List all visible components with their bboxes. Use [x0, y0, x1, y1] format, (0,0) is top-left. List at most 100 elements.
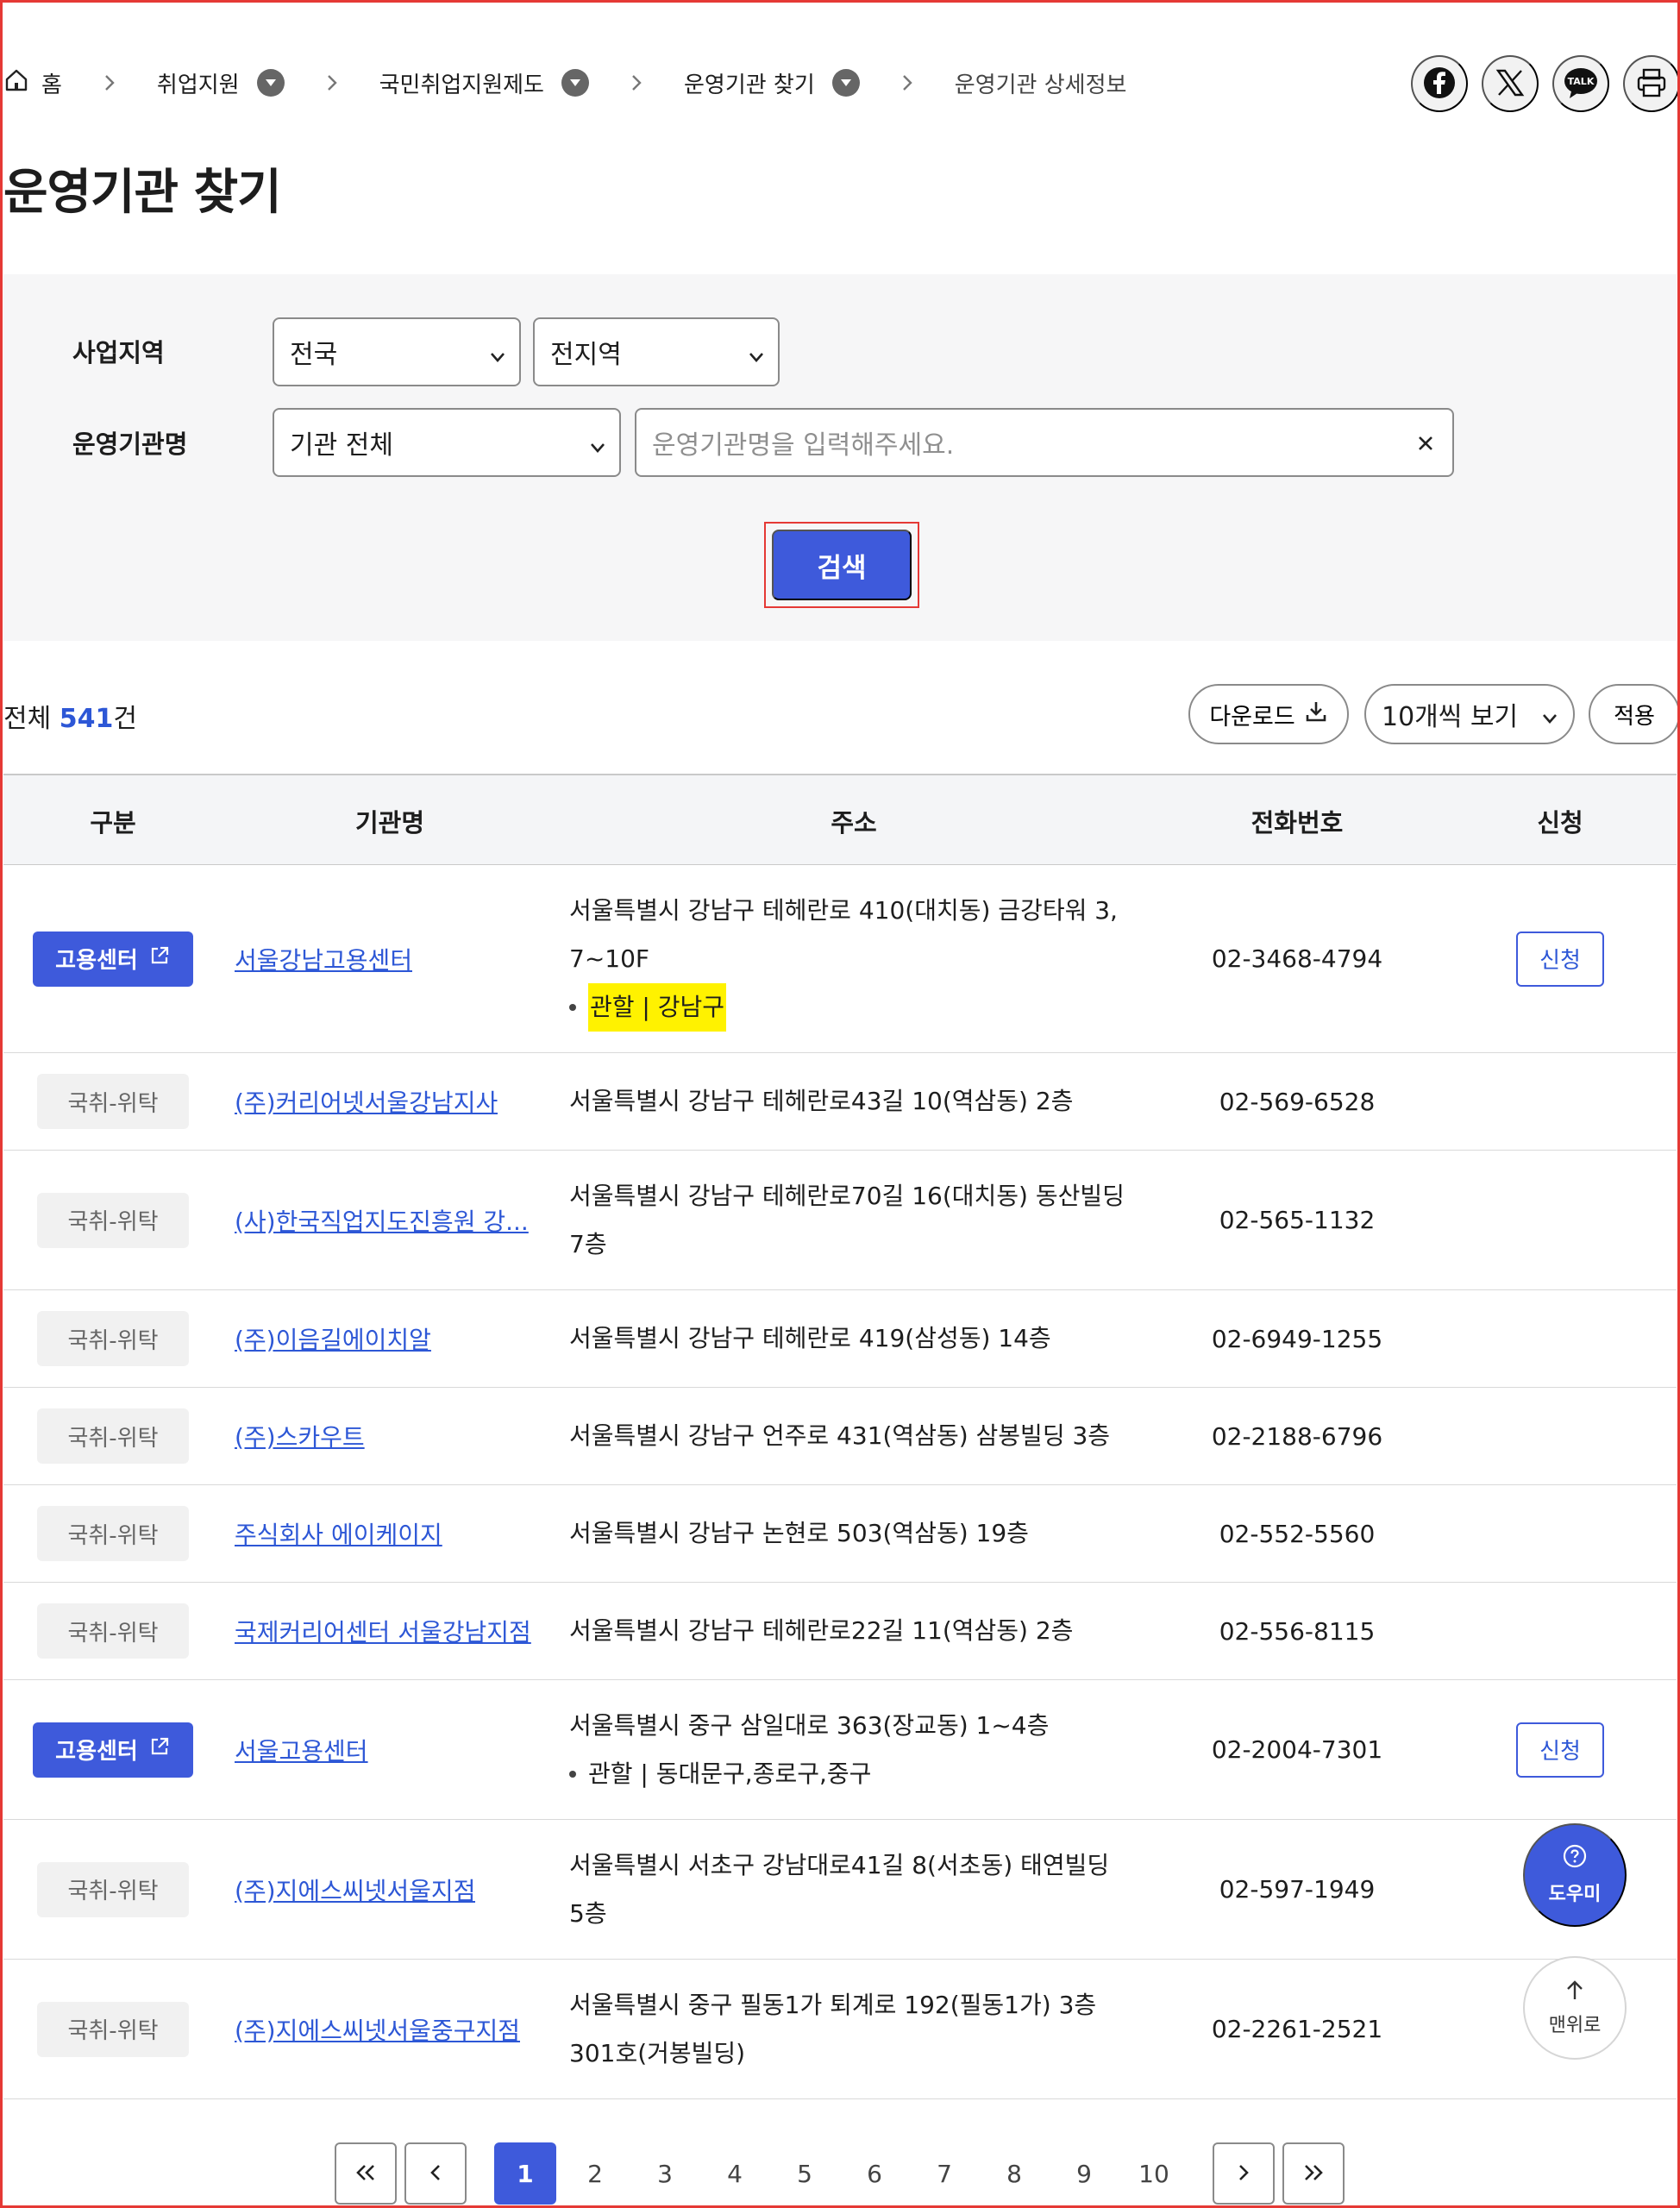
breadcrumb-item-find-org[interactable]: 운영기관 찾기	[684, 67, 860, 99]
address-line: 7~10F	[569, 944, 650, 973]
kakaotalk-share-button[interactable]: TALK	[1552, 55, 1609, 112]
apply-row-button[interactable]: 신청	[1516, 931, 1604, 987]
table-row: 고용센터 서울고용센터 서울특별시 중구 삼일대로 363(장교동) 1~4층 …	[3, 1680, 1677, 1820]
table-row: 국취-위탁 (사)한국직업지도진흥원 강... 서울특별시 강남구 테헤란로70…	[3, 1151, 1677, 1290]
org-name-link[interactable]: (사)한국직업지도진흥원 강...	[235, 1203, 529, 1238]
trust-badge: 국취-위탁	[37, 1861, 189, 1917]
x-share-button[interactable]	[1482, 55, 1539, 112]
chevron-left-icon	[427, 2163, 444, 2185]
phone-number: 02-556-8115	[1219, 1616, 1376, 1646]
phone-number: 02-6949-1255	[1211, 1324, 1383, 1353]
trust-badge: 국취-위탁	[37, 1408, 189, 1464]
prev-page-button[interactable]	[404, 2142, 467, 2205]
phone-number: 02-2004-7301	[1211, 1735, 1383, 1764]
download-button[interactable]: 다운로드	[1188, 684, 1349, 744]
page-number[interactable]: 5	[774, 2142, 836, 2205]
print-button[interactable]	[1623, 55, 1680, 112]
page-number[interactable]: 3	[634, 2142, 696, 2205]
chevron-down-icon[interactable]	[561, 69, 589, 97]
org-type-select-value: 기관 전체	[290, 430, 393, 461]
address-line: 서울특별시 강남구 논현로 503(역삼동) 19층	[569, 1519, 1029, 1547]
employment-center-badge[interactable]: 고용센터	[33, 931, 193, 987]
subregion-select[interactable]: 전지역	[533, 317, 780, 386]
org-name-link[interactable]: (주)스카우트	[235, 1419, 365, 1453]
address-line: 서울특별시 강남구 테헤란로43길 10(역삼동) 2층	[569, 1087, 1074, 1115]
helper-button[interactable]: 도우미	[1523, 1823, 1627, 1927]
org-name-link[interactable]: (주)지에스씨넷서울중구지점	[235, 2012, 520, 2047]
table-header: 구분 기관명 주소 전화번호 신청	[3, 774, 1677, 865]
phone-number: 02-3468-4794	[1211, 944, 1383, 973]
back-to-top-button[interactable]: 맨위로	[1523, 1956, 1627, 2060]
trust-badge: 국취-위탁	[37, 1506, 189, 1561]
org-name-input[interactable]: 운영기관명을 입력해주세요.	[635, 408, 1454, 477]
chevron-right-icon	[860, 73, 955, 92]
external-link-icon	[148, 1735, 171, 1764]
page-number[interactable]: 6	[843, 2142, 906, 2205]
kakaotalk-icon-text: TALK	[1568, 76, 1595, 87]
breadcrumb-item-national-support[interactable]: 국민취업지원제도	[379, 67, 589, 99]
region-select[interactable]: 전국	[273, 317, 521, 386]
result-count-suffix: 건	[113, 704, 137, 734]
apply-row-button[interactable]: 신청	[1516, 1722, 1604, 1778]
breadcrumb-label: 운영기관 찾기	[683, 72, 815, 98]
table-row: 국취-위탁 국제커리어센터 서울강남지점 서울특별시 강남구 테헤란로22길 1…	[3, 1583, 1677, 1680]
table-row: 국취-위탁 주식회사 에이케이지 서울특별시 강남구 논현로 503(역삼동) …	[3, 1485, 1677, 1583]
col-header-name: 기관명	[354, 808, 425, 837]
breadcrumb-label: 취업지원	[156, 72, 240, 98]
last-page-button[interactable]	[1282, 2142, 1345, 2205]
org-name-link[interactable]: 국제커리어센터 서울강남지점	[235, 1614, 531, 1648]
next-page-button[interactable]	[1213, 2142, 1275, 2205]
employment-center-badge[interactable]: 고용센터	[33, 1722, 193, 1778]
chevron-down-icon[interactable]	[256, 69, 285, 97]
search-panel: 사업지역 전국 전지역 운영기관명 기관 전체 운영기관명을 입력해주세요. 검…	[3, 274, 1677, 641]
address-line: 서울특별시 중구 필동1가 퇴계로 192(필동1가) 3층	[569, 1990, 1097, 2019]
breadcrumb-home[interactable]: 홈	[0, 67, 62, 99]
page-number[interactable]: 4	[704, 2142, 766, 2205]
external-link-icon	[148, 944, 171, 973]
table-row: 국취-위탁 (주)스카우트 서울특별시 강남구 언주로 431(역삼동) 삼봉빌…	[3, 1388, 1677, 1485]
org-name-link[interactable]: (주)지에스씨넷서울지점	[235, 1872, 475, 1907]
page-size-value: 10개씩 보기	[1382, 702, 1519, 732]
trust-badge: 국취-위탁	[37, 1311, 189, 1366]
org-name-link[interactable]: (주)커리어넷서울강남지사	[235, 1084, 498, 1119]
subregion-select-value: 전지역	[550, 340, 622, 370]
page-title: 운영기관 찾기	[3, 165, 282, 221]
chevron-right-icon	[62, 73, 157, 92]
page-number[interactable]: 9	[1053, 2142, 1115, 2205]
download-label: 다운로드	[1209, 703, 1295, 730]
breadcrumb-item-employment[interactable]: 취업지원	[157, 67, 285, 99]
table-row: 국취-위탁 (주)지에스씨넷서울중구지점 서울특별시 중구 필동1가 퇴계로 1…	[3, 1960, 1677, 2099]
address-line: 서울특별시 중구 삼일대로 363(장교동) 1~4층	[569, 1710, 1050, 1740]
chevron-down-icon	[488, 343, 507, 373]
org-name-link[interactable]: 서울고용센터	[235, 1733, 368, 1767]
phone-number: 02-2188-6796	[1211, 1421, 1383, 1451]
page-number[interactable]: 10	[1123, 2142, 1185, 2205]
page-size-select[interactable]: 10개씩 보기	[1364, 684, 1575, 744]
page-number[interactable]: 2	[564, 2142, 626, 2205]
page-number[interactable]: 7	[913, 2142, 975, 2205]
address-line: 서울특별시 강남구 언주로 431(역삼동) 삼봉빌딩 3층	[569, 1421, 1111, 1450]
share-bar: TALK	[1411, 55, 1680, 112]
chevron-down-icon[interactable]	[831, 69, 860, 97]
org-name-link[interactable]: 주식회사 에이케이지	[235, 1516, 442, 1551]
result-count-number: 541	[59, 704, 114, 734]
facebook-share-button[interactable]	[1411, 55, 1468, 112]
jurisdiction-text: 관할 | 동대문구,종로구,중구	[588, 1759, 872, 1788]
apply-button[interactable]: 적용	[1589, 684, 1680, 744]
question-icon	[1563, 1844, 1587, 1873]
page-number[interactable]: 8	[983, 2142, 1045, 2205]
search-button[interactable]: 검색	[772, 530, 912, 600]
trust-badge: 국취-위탁	[37, 1603, 189, 1659]
address-line: 5층	[569, 1898, 607, 1928]
clear-icon[interactable]	[1411, 429, 1440, 458]
result-count: 전체 541건	[3, 697, 137, 735]
page-number-current[interactable]: 1	[494, 2142, 556, 2205]
org-name-link[interactable]: (주)이음길에이치알	[235, 1321, 431, 1356]
download-icon	[1304, 699, 1328, 730]
chevron-right-icon	[285, 73, 379, 92]
bullet-icon	[569, 1003, 576, 1011]
first-page-button[interactable]	[335, 2142, 397, 2205]
double-chevron-right-icon	[1301, 2163, 1326, 2185]
org-type-select[interactable]: 기관 전체	[273, 408, 621, 477]
org-name-link[interactable]: 서울강남고용센터	[235, 942, 412, 976]
